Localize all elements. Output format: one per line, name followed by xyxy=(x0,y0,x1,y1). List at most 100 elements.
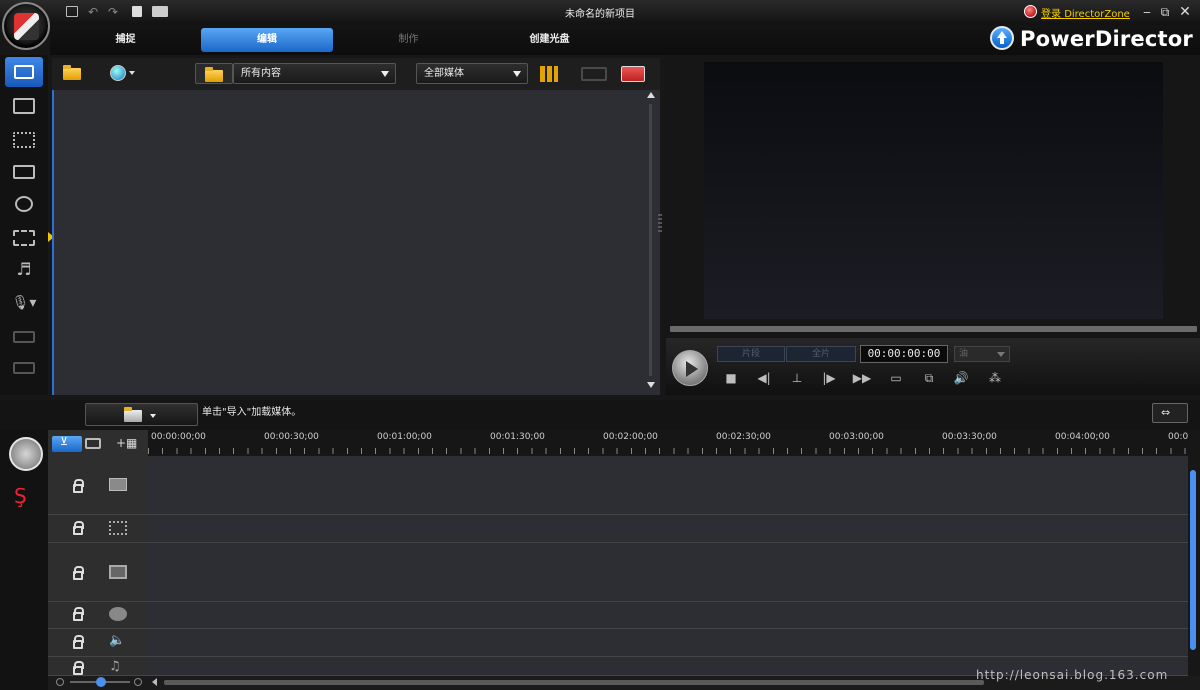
subtitle-room-button[interactable] xyxy=(11,358,37,378)
folder-icon xyxy=(124,407,142,422)
stop-button[interactable]: ■ xyxy=(723,370,739,386)
split-button[interactable]: ⊥ xyxy=(785,370,809,386)
preview-screen xyxy=(704,62,1163,319)
library-folder-button[interactable] xyxy=(195,63,233,84)
restore-button[interactable]: ⧉ xyxy=(1158,5,1172,19)
zoom-out-icon[interactable] xyxy=(56,678,64,686)
clapboard-icon xyxy=(14,65,34,79)
login-icon[interactable] xyxy=(1024,5,1037,18)
media-type-dropdown[interactable]: 全部媒体 xyxy=(416,63,528,84)
library-scrollbar[interactable] xyxy=(645,92,657,390)
tab-edit[interactable]: 编辑 xyxy=(201,28,333,52)
scroll-thumb[interactable] xyxy=(164,680,984,685)
play-button[interactable] xyxy=(672,350,708,386)
magic-tool-icon[interactable]: Ş xyxy=(14,484,27,508)
effect-room-button[interactable] xyxy=(11,96,37,116)
login-label[interactable]: 登录 xyxy=(1041,9,1061,20)
content-filter-value: 所有内容 xyxy=(241,68,281,79)
app-logo-icon[interactable] xyxy=(2,2,50,50)
chevron-down-icon xyxy=(513,71,521,77)
timeline-fit-button[interactable]: ⇔ xyxy=(1152,403,1188,423)
video-track-header xyxy=(48,456,148,515)
download-globe-icon[interactable] xyxy=(110,65,126,81)
timeline-vertical-scrollbar[interactable] xyxy=(1188,456,1198,666)
title-track-header xyxy=(48,602,148,629)
import-button[interactable] xyxy=(85,403,198,426)
preview-zoom-dropdown[interactable]: 油 xyxy=(954,346,1010,362)
more-functions-button[interactable]: ⁂ xyxy=(984,370,1006,386)
media-library-panel[interactable] xyxy=(52,90,660,395)
volume-icon: 🔊 xyxy=(953,371,969,385)
title-room-button[interactable] xyxy=(11,194,37,214)
voice-track[interactable] xyxy=(148,629,1188,657)
effect-track[interactable] xyxy=(148,515,1188,543)
ruler-label: 00:0 xyxy=(1168,432,1189,442)
close-button[interactable]: ✕ xyxy=(1178,5,1192,19)
ruler-label: 00:03:30;00 xyxy=(942,432,997,442)
scroll-down-icon[interactable] xyxy=(647,382,655,388)
lock-icon[interactable] xyxy=(73,566,84,580)
tab-produce[interactable]: 制作 xyxy=(341,28,476,52)
ruler-label: 00:04:00;00 xyxy=(1055,432,1110,442)
previous-frame-button[interactable]: ◀| xyxy=(753,370,775,386)
volume-button[interactable]: 🔊 xyxy=(950,370,972,386)
login-link[interactable]: 登录 DirectorZone xyxy=(1041,5,1130,20)
add-track-button[interactable]: +▦ xyxy=(116,436,137,450)
export-media-icon[interactable] xyxy=(621,66,645,82)
fast-forward-button[interactable]: ▶▶ xyxy=(850,370,874,386)
import-hint: 单击"导入"加载媒体。 xyxy=(202,407,302,418)
globe-menu-arrow-icon[interactable] xyxy=(129,71,135,75)
scroll-track[interactable] xyxy=(649,104,652,376)
movie-mode-button[interactable]: 全片 xyxy=(786,346,856,362)
ruler-ticks xyxy=(148,448,1190,454)
lock-icon[interactable] xyxy=(73,607,84,621)
brand-name: PowerDirector xyxy=(1020,27,1193,51)
pip-room-button[interactable] xyxy=(11,130,37,150)
clip-mode-button[interactable]: 片段 xyxy=(717,346,785,362)
media-room-button[interactable] xyxy=(5,57,43,87)
lock-icon[interactable] xyxy=(73,521,84,535)
timeline-mode-icon[interactable] xyxy=(9,437,43,471)
transition-room-button[interactable] xyxy=(11,228,37,248)
effect-track-icon xyxy=(109,521,127,535)
transition-icon xyxy=(13,230,35,246)
scroll-left-icon[interactable] xyxy=(152,678,157,686)
upgrade-icon[interactable] xyxy=(990,26,1014,50)
tab-capture[interactable]: 捕捉 xyxy=(58,28,193,52)
more-functions-icon: ⁂ xyxy=(989,371,1001,385)
video-track-icon xyxy=(109,478,127,491)
tab-create-disc[interactable]: 创建光盘 xyxy=(482,28,617,52)
snapshot-button[interactable]: ▭ xyxy=(885,370,907,386)
particle-icon xyxy=(13,165,35,179)
lock-icon[interactable] xyxy=(73,635,84,649)
minimize-button[interactable]: ‒ xyxy=(1140,5,1154,19)
voice-over-button[interactable]: 🎙▾ xyxy=(11,293,37,313)
storyboard-view-button[interactable] xyxy=(85,438,101,449)
preview-seek-bar[interactable] xyxy=(670,326,1197,332)
next-frame-icon: |▶ xyxy=(822,371,836,385)
zoom-slider-thumb[interactable] xyxy=(96,677,106,687)
timeline-view-button[interactable]: ⊻ xyxy=(52,435,82,452)
chevron-down-icon xyxy=(381,71,389,77)
preview-window-button[interactable]: ⧉ xyxy=(918,370,940,386)
undock-icon: ⧉ xyxy=(924,371,934,385)
scroll-thumb[interactable] xyxy=(1190,470,1196,650)
splitter-handle[interactable] xyxy=(658,214,662,232)
thumbnail-view-icon[interactable] xyxy=(540,66,558,82)
video-track[interactable] xyxy=(148,456,1188,515)
previous-frame-icon: ◀| xyxy=(757,371,771,385)
content-filter-dropdown[interactable]: 所有内容 xyxy=(233,63,396,84)
lock-icon[interactable] xyxy=(73,661,84,675)
pip-track[interactable] xyxy=(148,543,1188,602)
director-zone-label[interactable]: DirectorZone xyxy=(1064,9,1130,20)
timecode-display[interactable]: 00:00:00:00 xyxy=(860,345,948,363)
next-frame-button[interactable]: |▶ xyxy=(818,370,840,386)
lock-icon[interactable] xyxy=(73,479,84,493)
chapter-room-button[interactable] xyxy=(11,327,37,347)
scroll-up-icon[interactable] xyxy=(647,92,655,98)
audio-mixing-button[interactable]: ♬ xyxy=(11,260,37,280)
title-track[interactable] xyxy=(148,602,1188,629)
import-media-icon[interactable] xyxy=(63,65,81,80)
particle-room-button[interactable] xyxy=(11,162,37,182)
zoom-in-icon[interactable] xyxy=(134,678,142,686)
